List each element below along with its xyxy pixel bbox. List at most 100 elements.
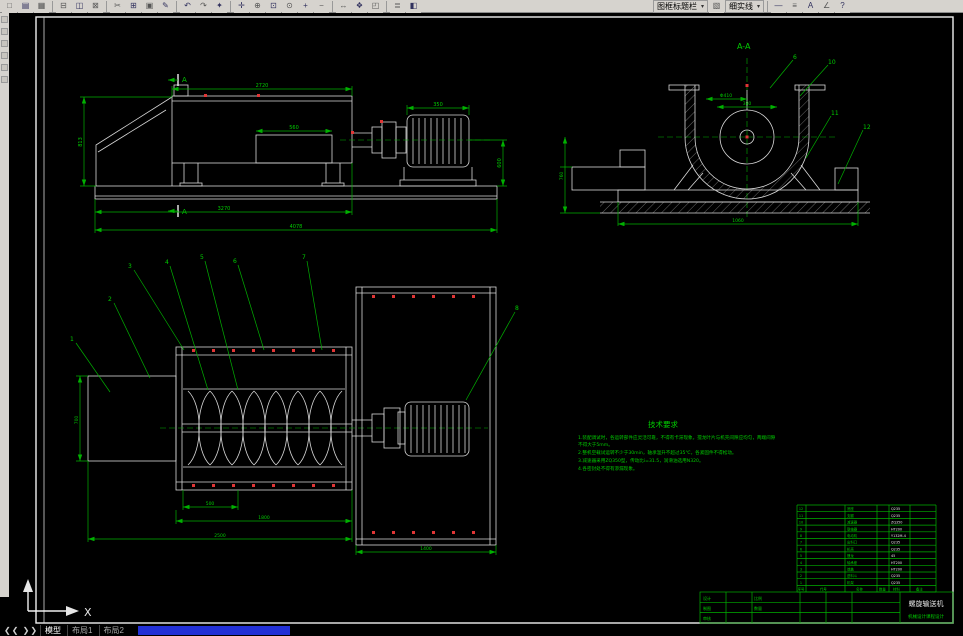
open-icon[interactable]: ▤ <box>18 0 33 13</box>
balloon-number: 10 <box>828 59 836 66</box>
print-preview-icon[interactable]: ◫ <box>72 0 87 13</box>
parts-cell: HT200 <box>891 527 902 531</box>
balloon-number: 11 <box>831 110 839 117</box>
technical-requirements: 技术要求 1.装配调试时，各运转部件应灵活可靠，不得有卡滞现象，搅龙叶片与机壳间… <box>578 419 776 472</box>
dim-label: 500 <box>206 501 215 507</box>
balloon-number: 12 <box>863 124 871 131</box>
layers-icon[interactable]: ≣ <box>390 0 405 13</box>
copy-icon[interactable]: ⊞ <box>126 0 141 13</box>
dim-label: Φ410 <box>720 93 732 99</box>
tool-icon[interactable] <box>1 64 8 71</box>
bolt-marks <box>192 295 475 534</box>
linetype-combo[interactable]: 细实线 ▾ <box>725 0 765 13</box>
dim-label: 760 <box>559 172 565 181</box>
dim-style-icon[interactable]: ∠ <box>819 0 835 13</box>
distance-icon[interactable]: ↔ <box>336 0 351 13</box>
parts-cell: 支腿 <box>847 513 854 518</box>
view-side-elevation: A A 2720 560 813 350 3270 4078 600 <box>78 74 507 233</box>
hyperlink-icon[interactable]: ✦ <box>212 0 227 13</box>
zoom-out-icon[interactable]: − <box>314 0 329 13</box>
parts-cell: 端盖 <box>847 567 854 572</box>
paste-icon[interactable]: ▣ <box>142 0 157 13</box>
layer-previous-icon[interactable]: ◧ <box>406 0 421 13</box>
parts-cell: 4 <box>800 561 802 565</box>
tech-note: 2.整机空载试运转不少于30min，轴承温升不超过35℃，各紧固件不得松动。 <box>578 449 737 456</box>
titleblock-field: 制图 <box>703 605 711 611</box>
layer-combo[interactable]: 图框标题栏 ▾ <box>653 0 709 13</box>
top-toolbar: □ ▤ ▦ ⊟ ◫ ⊠ ✂ ⊞ ▣ ✎ ↶ ↷ ✦ ✛ ⊕ ⊡ ⊙ + − ↔ … <box>0 0 963 13</box>
tool-icon[interactable] <box>1 28 8 35</box>
parts-cell: 2 <box>800 574 802 578</box>
tab-model[interactable]: 模型 <box>40 625 65 636</box>
parts-cell: Q235 <box>891 581 900 585</box>
balloon-number: 1 <box>70 336 74 343</box>
balloon-number: 6 <box>233 258 237 265</box>
match-properties-icon[interactable]: ✎ <box>158 0 173 13</box>
pan-icon[interactable]: ✛ <box>234 0 249 13</box>
cad-drawing: A A 2720 560 813 350 3270 4078 600 A-A Φ… <box>23 16 954 624</box>
redo-icon[interactable]: ↷ <box>196 0 211 13</box>
designcenter-icon[interactable]: ◰ <box>368 0 383 13</box>
dim-label: 380 <box>743 101 752 107</box>
ucs-x-label: X <box>84 606 92 619</box>
plot-icon[interactable]: ⊟ <box>56 0 71 13</box>
lineweight-icon[interactable]: ≡ <box>787 0 803 13</box>
parts-cell: Q235 <box>891 547 900 551</box>
publish-icon[interactable]: ⊠ <box>88 0 103 13</box>
dim-label: 600 <box>497 158 503 168</box>
tech-note: 不得大于5mm。 <box>578 441 613 448</box>
parts-cell: HT200 <box>891 568 902 572</box>
linetype-manager-icon[interactable]: — <box>771 0 787 13</box>
drawing-canvas[interactable]: A A 2720 560 813 350 3270 4078 600 A-A Φ… <box>0 13 963 625</box>
tool-icon[interactable] <box>1 16 8 23</box>
parts-cell: Q235 <box>891 514 900 518</box>
undo-icon[interactable]: ↶ <box>180 0 195 13</box>
balloon-number: 2 <box>108 296 112 303</box>
help-icon[interactable]: ? <box>835 0 851 13</box>
zoom-window-icon[interactable]: ⊡ <box>266 0 281 13</box>
dim-label: 350 <box>433 102 443 108</box>
tool-icon[interactable] <box>1 52 8 59</box>
parts-cell: 3 <box>800 568 802 572</box>
zoom-previous-icon[interactable]: ⊙ <box>282 0 297 13</box>
parts-table: 12 底座 Q235 11 支腿 Q235 10 减速器 ZQ350 9 联轴器 HT200 8… <box>796 504 937 593</box>
linetype-combo-value: 细实线 <box>729 1 754 11</box>
ucs-icon: X <box>23 579 92 619</box>
parts-cell: 1 <box>800 581 802 585</box>
parts-cell: Q235 <box>891 541 900 545</box>
save-icon[interactable]: ▦ <box>34 0 49 13</box>
dim-label: 4078 <box>290 224 303 230</box>
tab-layout1[interactable]: 布局1 <box>67 625 96 636</box>
view-section-aa: A-A Φ410 380 760 1060 6 10 11 12 <box>559 42 871 227</box>
parts-cell: Q235 <box>891 507 900 511</box>
parts-cell: 轴承座 <box>847 560 858 565</box>
parts-cell: 5 <box>800 554 802 558</box>
cut-icon[interactable]: ✂ <box>110 0 125 13</box>
zoom-realtime-icon[interactable]: ⊕ <box>250 0 265 13</box>
parts-cell: 机壳 <box>847 546 854 551</box>
tool-icon[interactable] <box>1 40 8 47</box>
toolbar-spacer <box>422 6 652 7</box>
parts-cell: 进料斗 <box>847 573 858 578</box>
status-bar: ❮❮ ❯❯ 模型 布局1 布局2 <box>0 625 963 636</box>
tool-icon[interactable] <box>1 76 8 83</box>
title-block: 设计 制图 审核 比例 数量 螺旋输送机 机械设计课程设计 <box>699 591 954 624</box>
parts-cell: 9 <box>800 527 802 531</box>
tab-nav-buttons[interactable]: ❮❮ ❯❯ <box>4 625 38 636</box>
parts-cell: 减速器 <box>847 520 858 525</box>
parts-cell: HT200 <box>891 561 902 565</box>
plan-view-dimensions: 500 1800 2500 1400 700 <box>74 375 497 555</box>
layer-combo-value: 图框标题栏 <box>657 1 697 11</box>
text-style-icon[interactable]: A <box>803 0 819 13</box>
drawing-title: 螺旋输送机 <box>909 599 944 608</box>
zoom-in-icon[interactable]: + <box>298 0 313 13</box>
color-control-icon[interactable]: ▧ <box>709 0 725 13</box>
toolbar-separator <box>386 0 387 12</box>
toolbar-separator <box>176 0 177 12</box>
tab-layout2[interactable]: 布局2 <box>98 625 128 636</box>
new-icon[interactable]: □ <box>2 0 17 13</box>
balloon-number: 7 <box>302 254 306 261</box>
properties-icon[interactable]: ❖ <box>352 0 367 13</box>
dim-label: 1800 <box>258 515 270 521</box>
parts-cell: 电动机 <box>847 533 858 538</box>
